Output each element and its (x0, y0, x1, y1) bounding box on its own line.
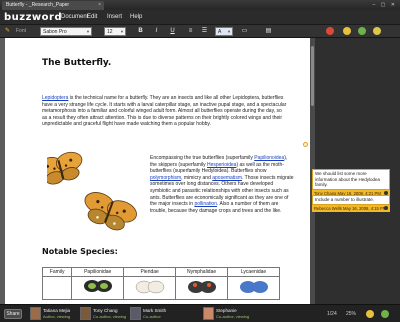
close-tab-icon[interactable]: × (98, 2, 101, 8)
collaborator-status: Co-author, viewing (93, 314, 127, 319)
document-canvas: The Butterfly. Lepidoptera is the techni… (0, 38, 315, 304)
table-header-cell: Papilionidae (71, 267, 125, 277)
comment-card[interactable]: Include a number to illustrate. Rebecca … (309, 193, 393, 214)
window-controls[interactable]: ‒ ▢ ✕ (373, 2, 397, 8)
table-cell (123, 276, 177, 300)
scrollbar-thumb[interactable] (311, 46, 314, 106)
chevron-down-icon: ▼ (120, 29, 124, 34)
papilionoidea-link[interactable]: Papilionoidea (254, 155, 284, 161)
more-options-icon[interactable]: ▤ (264, 27, 273, 36)
comment-marker-icon[interactable] (303, 142, 308, 147)
text-color-label: A (218, 29, 222, 35)
table-row (41, 276, 280, 300)
species-table[interactable]: Family Papilionidae Pieridae Nymphalidae… (41, 267, 280, 300)
table-header-cell: Lycaenidae (227, 267, 280, 277)
collaborator-name: Stephanie (216, 308, 237, 313)
menu-edit[interactable]: Edit (87, 14, 97, 20)
chat-icon[interactable] (381, 310, 389, 318)
butterfly-thumb-image (187, 281, 216, 293)
collaborator-name: Tony Chang (93, 308, 118, 313)
highlight-icon[interactable]: ▭ (240, 27, 249, 36)
table-cell (71, 276, 125, 300)
menu-help[interactable]: Help (130, 14, 142, 20)
table-cell (41, 276, 73, 300)
intro-text: is the technical name for a butterfly. T… (42, 95, 287, 128)
document-title[interactable]: The Butterfly. (42, 58, 111, 68)
chevron-down-icon: ▼ (227, 29, 231, 34)
document-page[interactable]: The Butterfly. Lepidoptera is the techni… (5, 38, 310, 304)
para-text: , mimicry and (181, 174, 213, 181)
menu-document[interactable]: Document (61, 14, 88, 20)
list-icon[interactable]: ☰ (200, 27, 209, 36)
font-family-value: Sabon Pro (43, 29, 67, 35)
avatar (30, 307, 41, 320)
menu-insert[interactable]: Insert (107, 14, 122, 20)
table-header-cell: Family (41, 267, 73, 277)
align-icon[interactable]: ≡ (186, 27, 195, 36)
text-color-button[interactable]: A ▼ (215, 27, 233, 36)
species-heading[interactable]: Notable Species: (42, 247, 118, 256)
table-header-row: Family Papilionidae Pieridae Nymphalidae… (41, 267, 280, 277)
avatar (80, 307, 91, 320)
font-label: Font (16, 28, 27, 34)
aposematism-link[interactable]: aposematism (212, 175, 242, 181)
document-tab-title: Butterfly - _Research_Paper (6, 2, 70, 8)
para-text: Encompassing the true butterflies (super… (150, 155, 255, 161)
people-icon[interactable] (358, 27, 366, 35)
title-bar: Butterfly - _Research_Paper × ‒ ▢ ✕ (0, 0, 400, 10)
document-tab[interactable]: Butterfly - _Research_Paper × (2, 1, 104, 10)
zoom-level[interactable]: 25% (346, 311, 356, 317)
table-cell (175, 276, 229, 300)
butterfly-thumb-image (239, 281, 268, 293)
collaborator-bar: Share Tatiana Mejia Author, viewing Tony… (0, 304, 400, 322)
comment-meta: Rebecca Wells May 16, 2008, 4:15 PM (312, 204, 390, 213)
comment-text: Include a number to illustrate. (312, 195, 390, 205)
font-family-select[interactable]: Sabon Pro ▼ (40, 27, 92, 36)
formatting-toolbar: ✎ Font Sabon Pro ▼ 12 ▼ B I U ≡ ☰ A ▼ ▭ … (0, 25, 400, 38)
butterfly-image (47, 151, 137, 231)
menu-bar: buzzword Document Edit Insert Help (0, 10, 400, 25)
star-icon[interactable] (343, 27, 351, 35)
avatar (130, 307, 141, 320)
comment-text: We should list some more information abo… (312, 169, 390, 190)
chevron-down-icon: ▼ (86, 29, 90, 34)
collaborator-name: Tatiana Mejia (43, 308, 71, 313)
app-logo: buzzword (4, 12, 63, 23)
butterfly-thumb-image (135, 280, 164, 294)
comment-options-icon[interactable] (384, 205, 388, 210)
font-size-value: 12 (107, 29, 113, 35)
font-size-select[interactable]: 12 ▼ (104, 27, 126, 36)
collaborator-status: Co-author (143, 314, 161, 319)
collaborator-name: Mark Smith (143, 308, 167, 313)
hesperioidea-link[interactable]: Hesperioidea (207, 162, 236, 168)
stop-icon[interactable] (326, 27, 334, 35)
bold-button[interactable]: B (136, 27, 145, 36)
butterfly-families-paragraph[interactable]: Encompassing the true butterflies (super… (150, 155, 295, 214)
share-button[interactable]: Share (4, 309, 22, 319)
pollination-link[interactable]: pollination (194, 201, 217, 207)
table-cell (227, 276, 280, 300)
underline-button[interactable]: U (168, 27, 177, 36)
table-header-cell: Pieridae (123, 267, 177, 277)
avatar (203, 307, 214, 320)
page-number: 1/24 (327, 311, 337, 317)
polymorphism-link[interactable]: polymorphism (150, 175, 181, 181)
italic-button[interactable]: I (152, 27, 161, 36)
collaborator-status: Author, viewing (43, 314, 71, 319)
lepidoptera-link[interactable]: Lepidoptera (42, 95, 68, 101)
collaborator-status: Co-author, viewing (216, 314, 250, 319)
comment-author: Rebecca Wells May 16, 2008, 4:15 PM (314, 205, 387, 211)
butterfly-thumb-image (83, 280, 112, 292)
chat-icon[interactable] (373, 27, 381, 35)
pencil-icon[interactable]: ✎ (3, 27, 12, 36)
table-header-cell: Nymphalidae (175, 267, 229, 277)
star-icon[interactable] (366, 310, 374, 318)
intro-paragraph[interactable]: Lepidoptera is the technical name for a … (42, 95, 287, 128)
